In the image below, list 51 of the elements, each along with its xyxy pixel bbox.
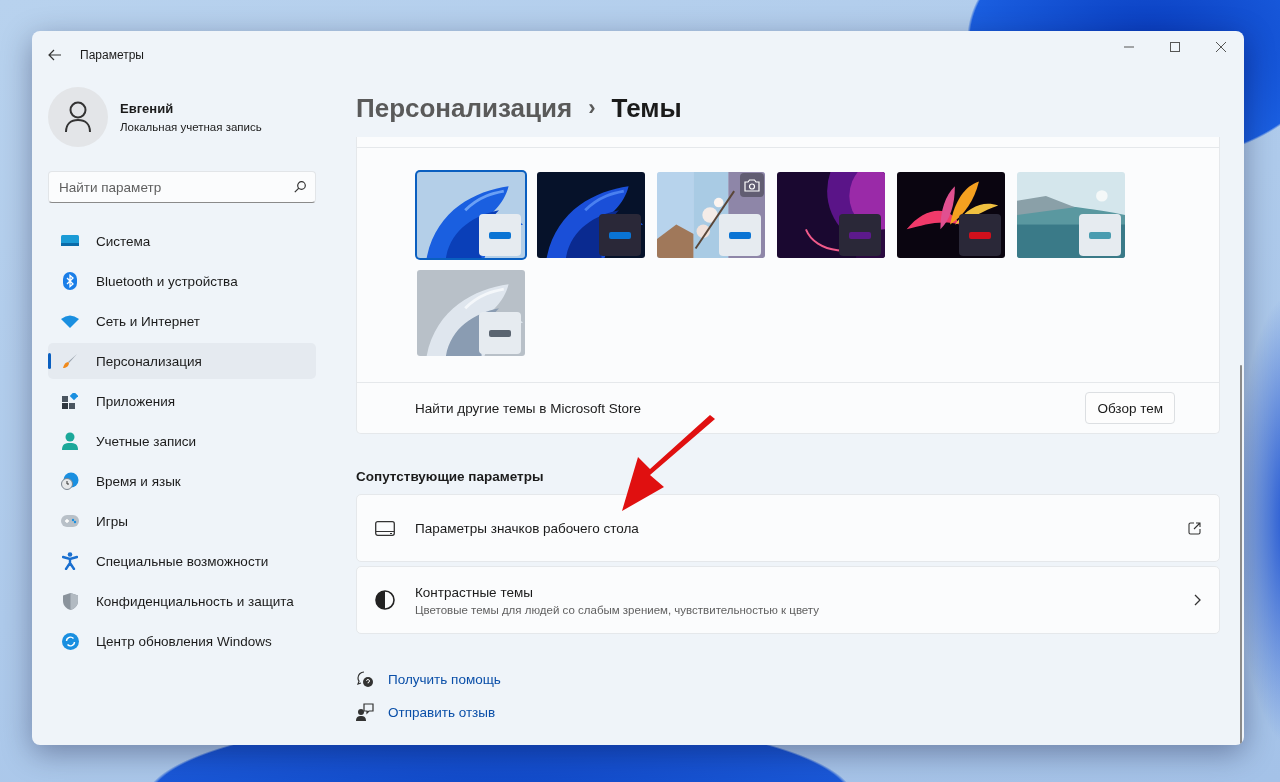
window-title: Параметры xyxy=(80,48,144,62)
globe-clock-icon xyxy=(61,472,79,490)
camera-icon xyxy=(740,173,764,197)
row-title: Контрастные темы xyxy=(415,584,534,600)
breadcrumb-link[interactable]: Персонализация xyxy=(356,92,573,124)
row-description: Цветовые темы для людей со слабым зрением, чувствительностью к цвету xyxy=(415,603,820,616)
sidebar-item[interactable]: Центр обновления Windows xyxy=(48,623,316,659)
sidebar-item[interactable]: Учетные записи xyxy=(48,423,316,459)
help-icon xyxy=(356,670,374,688)
contrast-icon xyxy=(375,590,395,610)
sidebar-item[interactable]: Специальные возможности xyxy=(48,543,316,579)
sidebar-item[interactable]: Персонализация xyxy=(48,343,316,379)
sidebar-item[interactable]: Система xyxy=(48,223,316,259)
sidebar-item[interactable]: Конфиденциальность и защита xyxy=(48,583,316,619)
monitor-icon xyxy=(61,234,79,248)
apps-icon xyxy=(62,393,78,409)
gamepad-icon xyxy=(61,515,79,527)
wifi-icon xyxy=(61,314,79,328)
accessibility-icon xyxy=(62,552,78,570)
sidebar-item[interactable]: Игры xyxy=(48,503,316,539)
brush-icon xyxy=(62,353,78,369)
row-title: Параметры значков рабочего стола xyxy=(415,520,639,536)
monitor-icon xyxy=(375,520,395,536)
browse-themes-button[interactable]: Обзор тем xyxy=(1085,392,1175,424)
shield-icon xyxy=(62,592,78,610)
search-field[interactable]: Найти параметр xyxy=(48,171,316,203)
bluetooth-icon xyxy=(63,272,77,290)
sidebar-item[interactable]: Время и язык xyxy=(48,463,316,499)
breadcrumb-separator: › xyxy=(588,95,596,121)
person-icon xyxy=(62,432,78,450)
maximize-icon[interactable] xyxy=(1170,42,1180,52)
user-name: Евгений xyxy=(120,101,175,116)
external-link-icon xyxy=(1188,521,1201,535)
back-icon[interactable] xyxy=(48,49,62,61)
search-icon[interactable] xyxy=(294,181,306,193)
help-link[interactable]: Получить помощь xyxy=(388,671,501,687)
scrollbar[interactable] xyxy=(1240,365,1242,745)
section-heading: Сопутствующие параметры xyxy=(356,469,545,484)
settings-row[interactable]: Параметры значков рабочего стола xyxy=(356,494,1220,562)
settings-row[interactable]: Контрастные темы Цветовые темы для людей со слабым зрением, чувствительностью к цвету xyxy=(356,566,1220,634)
account-type: Локальная учетная запись xyxy=(120,121,262,133)
help-link[interactable]: Отправить отзыв xyxy=(388,704,496,720)
feedback-icon xyxy=(356,703,374,721)
chevron-icon xyxy=(1194,594,1201,606)
update-icon xyxy=(61,632,79,650)
sidebar-item[interactable]: Приложения xyxy=(48,383,316,419)
store-text: Найти другие темы в Microsoft Store xyxy=(415,400,641,416)
close-icon[interactable] xyxy=(1216,42,1226,52)
sidebar-item[interactable]: Bluetooth и устройства xyxy=(48,263,316,299)
sidebar-item[interactable]: Сеть и Интернет xyxy=(48,303,316,339)
page-title: Темы xyxy=(611,92,682,124)
